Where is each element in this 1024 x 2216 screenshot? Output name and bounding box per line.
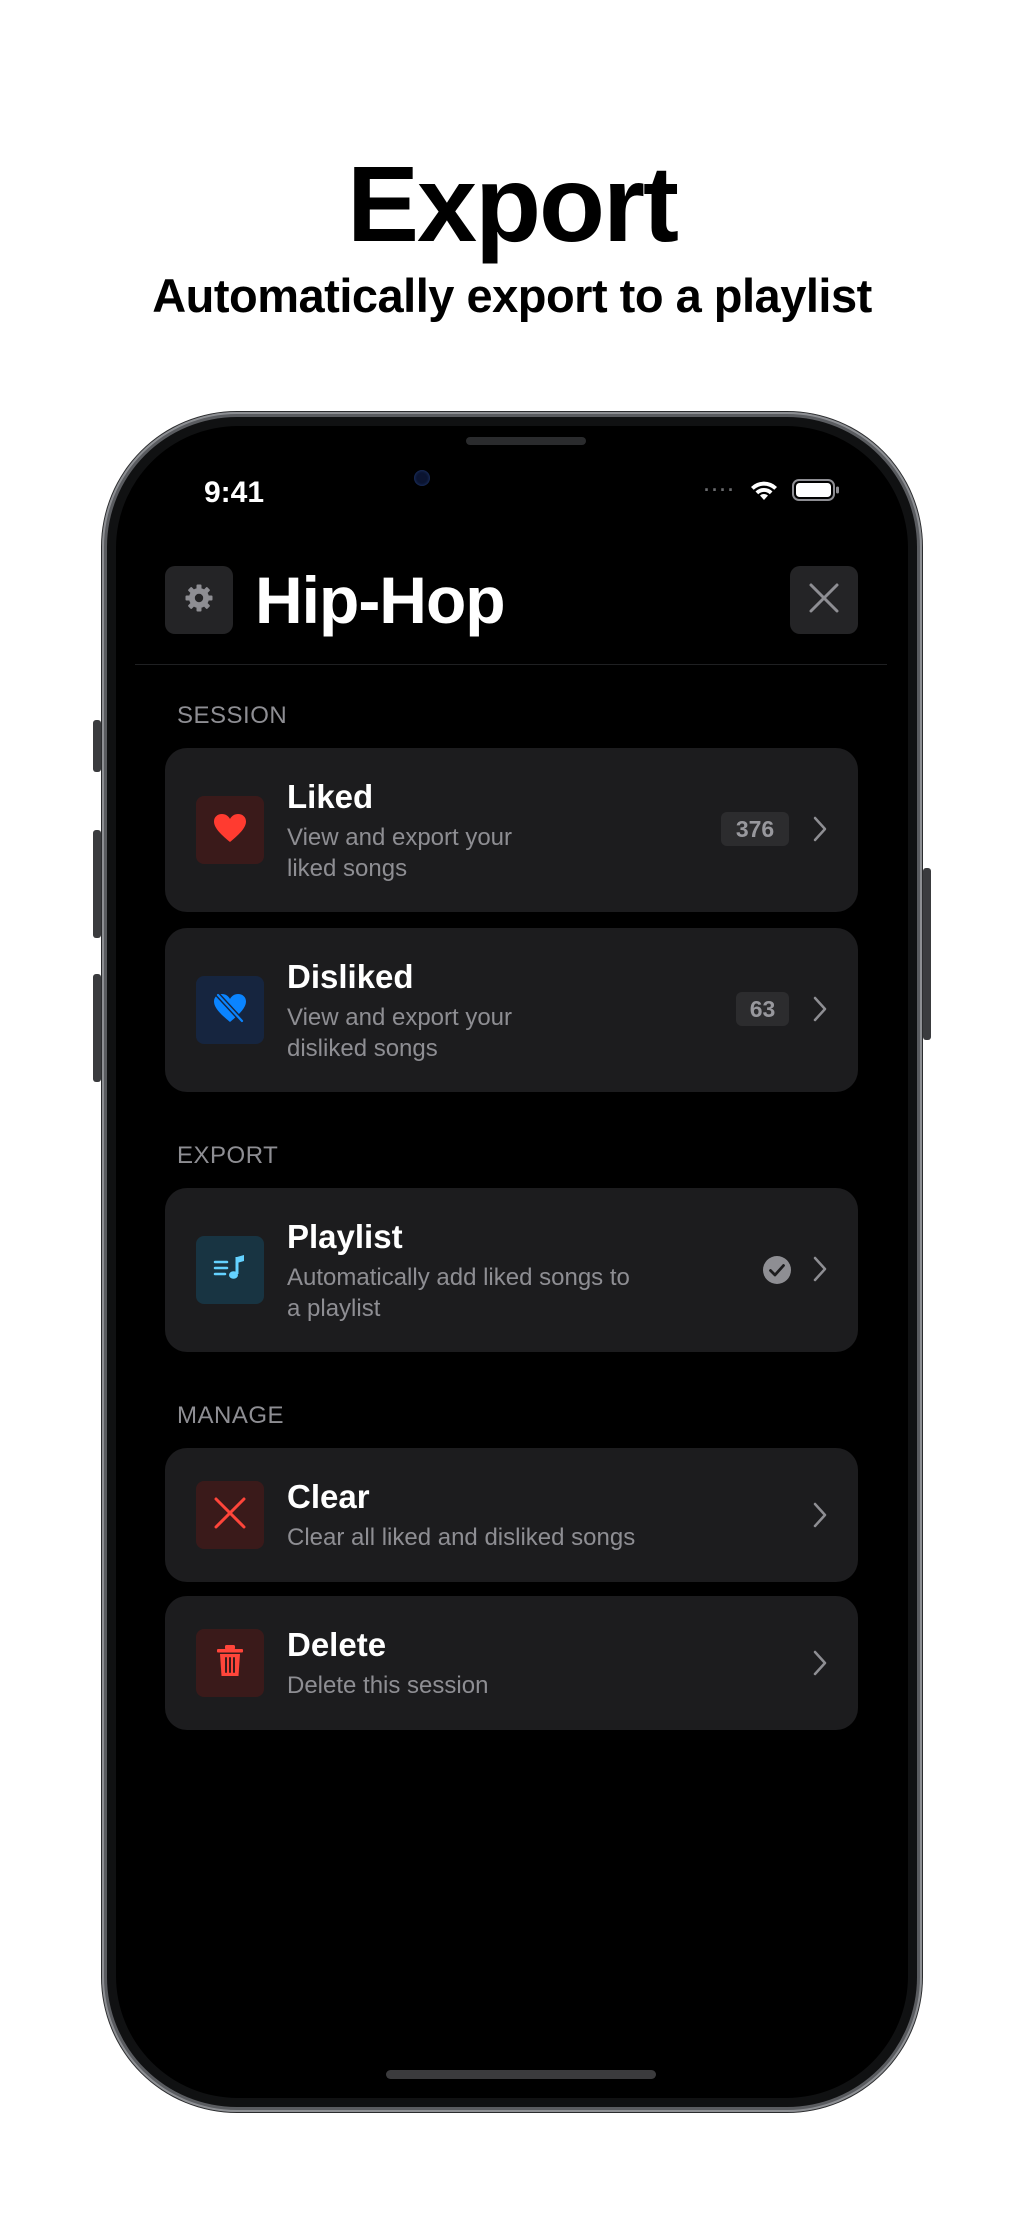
liked-title: Liked bbox=[287, 778, 374, 815]
front-camera bbox=[414, 470, 430, 486]
clear-row[interactable]: Clear Clear all liked and disliked songs bbox=[165, 1448, 858, 1582]
close-button[interactable] bbox=[790, 566, 858, 634]
liked-subtitle-line2: liked songs bbox=[287, 855, 408, 882]
delete-icon-tile bbox=[196, 1629, 264, 1697]
liked-count-badge: 376 bbox=[721, 812, 789, 846]
mute-switch bbox=[93, 720, 101, 772]
chevron-right-icon bbox=[813, 816, 827, 847]
playlist-subtitle-line2: a playlist bbox=[287, 1295, 381, 1322]
cellular-signal-icon: ···· bbox=[704, 479, 736, 500]
music-list-icon bbox=[213, 1253, 247, 1288]
home-indicator[interactable] bbox=[386, 2070, 656, 2079]
checkmark-circle-icon bbox=[762, 1255, 792, 1290]
disliked-row[interactable]: Disliked View and export your disliked s… bbox=[165, 928, 858, 1092]
wifi-icon bbox=[748, 478, 780, 502]
clear-icon-tile bbox=[196, 1481, 264, 1549]
promo-page: Export Automatically export to a playlis… bbox=[0, 0, 1024, 2216]
disliked-subtitle-line2: disliked songs bbox=[287, 1035, 438, 1062]
clear-title: Clear bbox=[287, 1478, 370, 1515]
gear-icon bbox=[183, 582, 215, 619]
trash-icon bbox=[215, 1644, 245, 1683]
close-icon bbox=[807, 581, 841, 620]
phone-frame: 9:41 ···· Hip-Hop SESSION Liked View and… bbox=[102, 412, 922, 2112]
settings-button[interactable] bbox=[165, 566, 233, 634]
disliked-subtitle-line1: View and export your bbox=[287, 1004, 513, 1031]
delete-row[interactable]: Delete Delete this session bbox=[165, 1596, 858, 1730]
volume-up-button bbox=[93, 830, 101, 938]
section-label-export: EXPORT bbox=[177, 1142, 279, 1169]
earpiece-speaker bbox=[466, 437, 586, 445]
x-mark-icon bbox=[212, 1495, 248, 1536]
promo-subtitle: Automatically export to a playlist bbox=[152, 269, 872, 322]
heart-icon bbox=[213, 813, 247, 848]
promo-title: Export bbox=[346, 143, 679, 264]
liked-subtitle-line1: View and export your bbox=[287, 824, 513, 851]
volume-down-button bbox=[93, 974, 101, 1082]
liked-row[interactable]: Liked View and export your liked songs 3… bbox=[165, 748, 858, 912]
header-divider bbox=[135, 664, 887, 665]
delete-subtitle: Delete this session bbox=[287, 1672, 489, 1699]
disliked-title: Disliked bbox=[287, 958, 414, 995]
session-title: Hip-Hop bbox=[255, 563, 506, 637]
delete-title: Delete bbox=[287, 1626, 387, 1663]
chevron-right-icon bbox=[813, 996, 827, 1027]
liked-icon-tile bbox=[196, 796, 264, 864]
status-indicators: ···· bbox=[704, 478, 840, 502]
clear-subtitle: Clear all liked and disliked songs bbox=[287, 1524, 636, 1551]
chevron-right-icon bbox=[813, 1502, 827, 1533]
playlist-title: Playlist bbox=[287, 1218, 403, 1255]
playlist-row[interactable]: Playlist Automatically add liked songs t… bbox=[165, 1188, 858, 1352]
section-label-manage: MANAGE bbox=[177, 1402, 285, 1429]
chevron-right-icon bbox=[813, 1650, 827, 1681]
section-label-session: SESSION bbox=[177, 702, 288, 729]
app-screen: 9:41 ···· Hip-Hop SESSION Liked View and… bbox=[116, 426, 908, 2098]
chevron-right-icon bbox=[813, 1256, 827, 1287]
heart-slash-icon bbox=[213, 992, 247, 1029]
status-time: 9:41 bbox=[204, 476, 265, 509]
playlist-icon-tile bbox=[196, 1236, 264, 1304]
phone-bezel: 9:41 ···· Hip-Hop SESSION Liked View and… bbox=[107, 417, 917, 2107]
playlist-subtitle-line1: Automatically add liked songs to bbox=[287, 1264, 630, 1291]
disliked-count-badge: 63 bbox=[736, 992, 789, 1026]
disliked-icon-tile bbox=[196, 976, 264, 1044]
battery-icon bbox=[792, 478, 840, 502]
power-button bbox=[923, 868, 931, 1040]
